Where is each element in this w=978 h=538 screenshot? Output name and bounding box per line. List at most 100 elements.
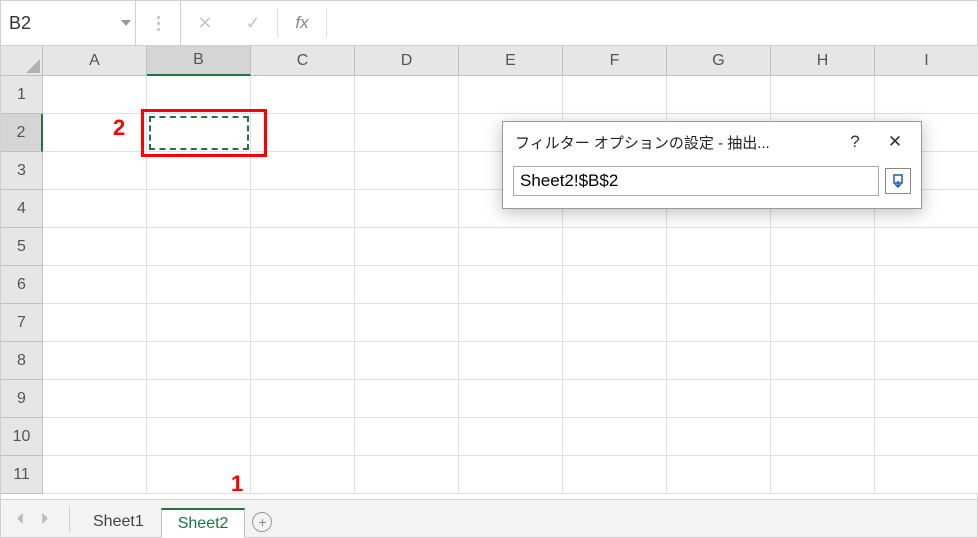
column-header[interactable]: E	[459, 46, 563, 76]
cell[interactable]	[875, 228, 978, 266]
cell[interactable]	[251, 304, 355, 342]
cell[interactable]	[875, 304, 978, 342]
cell[interactable]	[875, 418, 978, 456]
column-header[interactable]: I	[875, 46, 978, 76]
cell[interactable]	[563, 342, 667, 380]
row-header[interactable]: 3	[1, 152, 43, 190]
column-header[interactable]: H	[771, 46, 875, 76]
cell[interactable]	[771, 304, 875, 342]
cell[interactable]	[147, 266, 251, 304]
row-header[interactable]: 1	[1, 76, 43, 114]
cell[interactable]	[43, 190, 147, 228]
row-header[interactable]: 2	[1, 114, 43, 152]
name-box[interactable]	[1, 1, 116, 45]
sheet-tab[interactable]: Sheet2	[161, 508, 246, 538]
cell[interactable]	[43, 342, 147, 380]
cell[interactable]	[667, 342, 771, 380]
row-header[interactable]: 4	[1, 190, 43, 228]
cell[interactable]	[875, 266, 978, 304]
cell[interactable]	[459, 266, 563, 304]
select-all-corner[interactable]	[1, 46, 43, 76]
cell[interactable]	[667, 418, 771, 456]
cell[interactable]	[43, 418, 147, 456]
cell[interactable]	[771, 456, 875, 494]
row-header[interactable]: 5	[1, 228, 43, 266]
row-header[interactable]: 8	[1, 342, 43, 380]
row-header[interactable]: 6	[1, 266, 43, 304]
cell[interactable]	[147, 190, 251, 228]
cell[interactable]	[43, 380, 147, 418]
sheet-tab[interactable]: Sheet1	[76, 507, 161, 537]
cell[interactable]	[43, 228, 147, 266]
cell[interactable]	[771, 380, 875, 418]
cell[interactable]	[355, 418, 459, 456]
range-reference-input[interactable]	[513, 166, 879, 196]
cancel-formula-button[interactable]: ✕	[181, 1, 229, 45]
insert-function-button[interactable]: fx	[278, 1, 326, 45]
cell[interactable]	[459, 418, 563, 456]
cell[interactable]	[459, 380, 563, 418]
cell[interactable]	[147, 342, 251, 380]
cell[interactable]	[147, 456, 251, 494]
cell[interactable]	[563, 304, 667, 342]
formula-bar-grip[interactable]	[136, 1, 181, 45]
row-header[interactable]: 7	[1, 304, 43, 342]
cell[interactable]	[251, 152, 355, 190]
cell[interactable]	[147, 304, 251, 342]
cell[interactable]	[459, 228, 563, 266]
cell[interactable]	[667, 304, 771, 342]
expand-dialog-button[interactable]	[885, 168, 911, 194]
formula-input[interactable]	[327, 1, 977, 45]
tab-prev-button[interactable]	[9, 508, 31, 530]
cell[interactable]	[147, 76, 251, 114]
cell[interactable]	[251, 190, 355, 228]
column-header[interactable]: B	[147, 46, 251, 76]
cell[interactable]	[147, 114, 251, 152]
cell[interactable]	[667, 380, 771, 418]
cell[interactable]	[43, 266, 147, 304]
cell[interactable]	[43, 152, 147, 190]
dialog-help-button[interactable]: ?	[835, 122, 875, 162]
cell[interactable]	[43, 456, 147, 494]
cell[interactable]	[563, 228, 667, 266]
cell[interactable]	[251, 380, 355, 418]
add-sheet-button[interactable]: +	[245, 507, 279, 537]
column-header[interactable]: F	[563, 46, 667, 76]
cell[interactable]	[667, 456, 771, 494]
dialog-titlebar[interactable]: フィルター オプションの設定 - 抽出... ? ✕	[503, 122, 921, 162]
accept-formula-button[interactable]: ✓	[229, 1, 277, 45]
cell[interactable]	[563, 456, 667, 494]
cell[interactable]	[563, 380, 667, 418]
cell[interactable]	[875, 342, 978, 380]
cell[interactable]	[251, 418, 355, 456]
cell[interactable]	[667, 228, 771, 266]
cell[interactable]	[667, 266, 771, 304]
cell[interactable]	[771, 418, 875, 456]
cell[interactable]	[251, 456, 355, 494]
dialog-close-button[interactable]: ✕	[875, 122, 915, 162]
cell[interactable]	[459, 456, 563, 494]
column-header[interactable]: C	[251, 46, 355, 76]
cell[interactable]	[771, 342, 875, 380]
cell[interactable]	[251, 228, 355, 266]
cell[interactable]	[355, 76, 459, 114]
cell[interactable]	[355, 190, 459, 228]
cell[interactable]	[251, 342, 355, 380]
cell[interactable]	[459, 304, 563, 342]
filter-options-dialog[interactable]: フィルター オプションの設定 - 抽出... ? ✕	[502, 121, 922, 209]
cell[interactable]	[147, 380, 251, 418]
cell[interactable]	[875, 380, 978, 418]
row-header[interactable]: 9	[1, 380, 43, 418]
column-header[interactable]: A	[43, 46, 147, 76]
cell[interactable]	[875, 456, 978, 494]
cell[interactable]	[43, 304, 147, 342]
cell[interactable]	[355, 228, 459, 266]
cell[interactable]	[459, 342, 563, 380]
cell[interactable]	[355, 380, 459, 418]
name-box-dropdown[interactable]	[116, 1, 135, 45]
cell[interactable]	[43, 76, 147, 114]
cell[interactable]	[43, 114, 147, 152]
cell[interactable]	[355, 152, 459, 190]
cell[interactable]	[355, 456, 459, 494]
cell[interactable]	[251, 76, 355, 114]
